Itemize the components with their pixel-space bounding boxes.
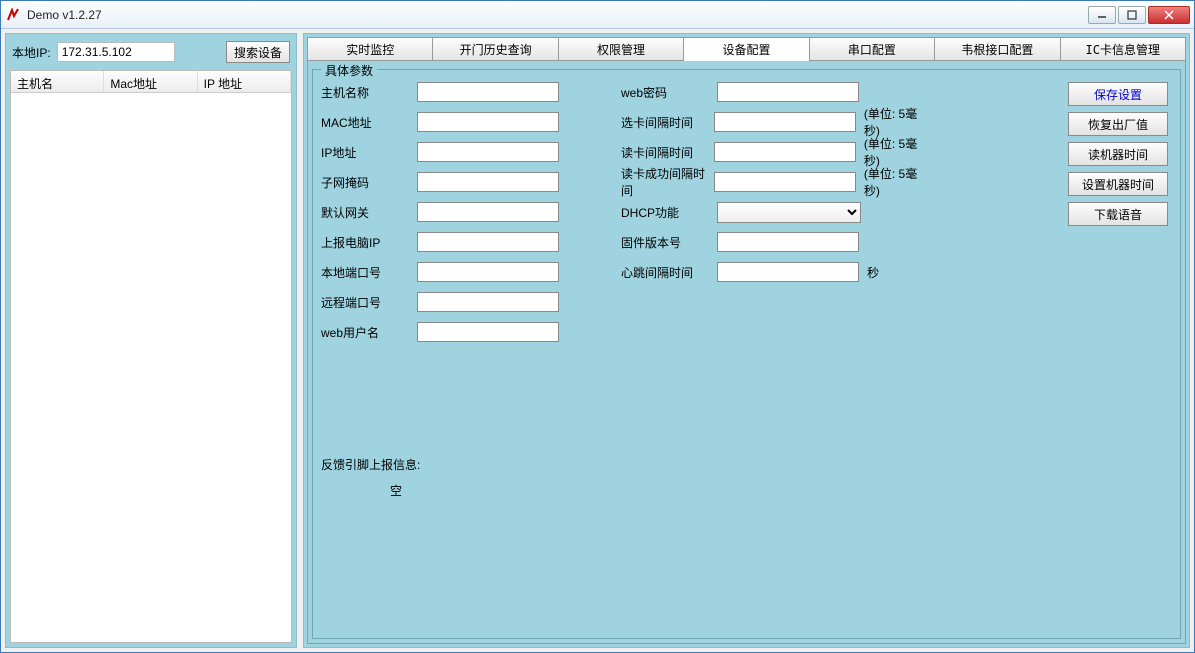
mid-unit-3: (单位: 5毫秒): [864, 165, 931, 199]
left-label-4: 默认网关: [321, 204, 417, 221]
left-row-1: MAC地址: [321, 112, 621, 132]
left-row-6: 本地端口号: [321, 262, 621, 282]
mid-label-1: 选卡间隔时间: [621, 114, 714, 131]
left-input-5[interactable]: [417, 232, 559, 252]
left-row-4: 默认网关: [321, 202, 621, 222]
mid-label-5: 固件版本号: [621, 234, 717, 251]
tab-6[interactable]: IC卡信息管理: [1061, 37, 1186, 61]
form-col-left: 主机名称 MAC地址 IP地址子网掩码默认网关上报电脑IP 本地端口号远程端口号 web…: [321, 82, 621, 630]
left-label-1: MAC地址: [321, 114, 417, 131]
tab-body: 具体参数 主机名称 MAC地址 IP地址子网掩码默认网关上报电脑IP 本地端口号远程端…: [307, 60, 1186, 644]
left-label-3: 子网掩码: [321, 174, 417, 191]
mid-row-3: 读卡成功间隔时间(单位: 5毫秒): [621, 172, 931, 192]
action-button-2[interactable]: 读机器时间: [1068, 142, 1168, 166]
feedback-block: 反馈引脚上报信息: 空: [321, 452, 621, 505]
device-grid-body[interactable]: [11, 93, 291, 642]
left-row-8: web用户名: [321, 322, 621, 342]
client-area: 本地IP: 搜索设备 主机名 Mac地址 IP 地址 实时监控开门历史查询权限管…: [1, 29, 1194, 652]
local-ip-input[interactable]: [57, 42, 175, 62]
window-buttons: [1088, 6, 1190, 24]
mid-label-3: 读卡成功间隔时间: [621, 165, 714, 199]
mid-select-4[interactable]: [717, 202, 861, 223]
left-input-7[interactable]: [417, 292, 559, 312]
fieldset-legend: 具体参数: [321, 62, 377, 79]
form-columns: 主机名称 MAC地址 IP地址子网掩码默认网关上报电脑IP 本地端口号远程端口号 web…: [321, 82, 1172, 630]
form-col-mid: web密码选卡间隔时间(单位: 5毫秒)读卡间隔时间(单位: 5毫秒)读卡成功间…: [621, 82, 931, 630]
close-button[interactable]: [1148, 6, 1190, 24]
action-button-1[interactable]: 恢复出厂值: [1068, 112, 1168, 136]
tab-2[interactable]: 权限管理: [559, 37, 684, 61]
left-label-2: IP地址: [321, 144, 417, 161]
mid-unit-6: 秒: [867, 264, 879, 281]
left-input-8[interactable]: [417, 322, 559, 342]
tab-strip: 实时监控开门历史查询权限管理设备配置串口配置韦根接口配置IC卡信息管理: [307, 37, 1186, 61]
tab-4[interactable]: 串口配置: [810, 37, 935, 61]
tab-5[interactable]: 韦根接口配置: [935, 37, 1060, 61]
left-input-1[interactable]: [417, 112, 559, 132]
form-col-right: 保存设置恢复出厂值读机器时间设置机器时间下载语音: [931, 82, 1172, 630]
right-panel: 实时监控开门历史查询权限管理设备配置串口配置韦根接口配置IC卡信息管理 具体参数…: [303, 33, 1190, 648]
left-panel: 本地IP: 搜索设备 主机名 Mac地址 IP 地址: [5, 33, 297, 648]
left-label-5: 上报电脑IP: [321, 234, 417, 251]
left-input-2[interactable]: [417, 142, 559, 162]
action-button-0[interactable]: 保存设置: [1068, 82, 1168, 106]
local-ip-label: 本地IP:: [12, 44, 51, 61]
mid-input-2[interactable]: [714, 142, 856, 162]
action-button-3[interactable]: 设置机器时间: [1068, 172, 1168, 196]
mid-label-0: web密码: [621, 84, 717, 101]
mid-input-6[interactable]: [717, 262, 859, 282]
col-host[interactable]: 主机名: [11, 71, 104, 92]
mid-input-1[interactable]: [714, 112, 856, 132]
tab-3[interactable]: 设备配置: [684, 37, 809, 61]
left-input-3[interactable]: [417, 172, 559, 192]
left-label-6: 本地端口号: [321, 264, 417, 281]
mid-row-1: 选卡间隔时间(单位: 5毫秒): [621, 112, 931, 132]
tab-1[interactable]: 开门历史查询: [433, 37, 558, 61]
mid-row-6: 心跳间隔时间 秒: [621, 262, 931, 282]
mid-input-3[interactable]: [714, 172, 856, 192]
mid-unit-2: (单位: 5毫秒): [864, 135, 931, 169]
mid-label-2: 读卡间隔时间: [621, 144, 714, 161]
mid-row-2: 读卡间隔时间(单位: 5毫秒): [621, 142, 931, 162]
left-input-4[interactable]: [417, 202, 559, 222]
left-input-6[interactable]: [417, 262, 559, 282]
left-row-2: IP地址: [321, 142, 621, 162]
mid-input-5[interactable]: [717, 232, 859, 252]
action-button-4[interactable]: 下载语音: [1068, 202, 1168, 226]
tab-0[interactable]: 实时监控: [307, 37, 433, 61]
search-device-button[interactable]: 搜索设备: [226, 41, 290, 63]
titlebar: Demo v1.2.27: [1, 1, 1194, 29]
left-panel-top: 本地IP: 搜索设备: [10, 38, 292, 66]
mid-row-0: web密码: [621, 82, 931, 102]
left-row-0: 主机名称: [321, 82, 621, 102]
left-row-7: 远程端口号: [321, 292, 621, 312]
left-row-3: 子网掩码: [321, 172, 621, 192]
col-ip[interactable]: IP 地址: [198, 71, 291, 92]
maximize-button[interactable]: [1118, 6, 1146, 24]
mid-row-5: 固件版本号: [621, 232, 931, 252]
left-label-7: 远程端口号: [321, 294, 417, 311]
left-label-0: 主机名称: [321, 84, 417, 101]
mid-label-6: 心跳间隔时间: [621, 264, 717, 281]
mid-unit-1: (单位: 5毫秒): [864, 105, 931, 139]
left-row-5: 上报电脑IP: [321, 232, 621, 252]
left-input-0[interactable]: [417, 82, 559, 102]
device-grid: 主机名 Mac地址 IP 地址: [10, 70, 292, 643]
minimize-button[interactable]: [1088, 6, 1116, 24]
params-fieldset: 具体参数 主机名称MAC地址IP地址子网掩码默认网关上报电脑IP本地端口号远程端…: [312, 69, 1181, 639]
mid-row-4: DHCP功能: [621, 202, 931, 222]
app-icon: [5, 7, 21, 23]
col-mac[interactable]: Mac地址: [104, 71, 197, 92]
left-label-8: web用户名: [321, 324, 417, 341]
app-window: Demo v1.2.27 本地IP: 搜索设备 主机名 Mac地址 IP 地址: [0, 0, 1195, 653]
mid-label-4: DHCP功能: [621, 204, 717, 221]
mid-input-0[interactable]: [717, 82, 859, 102]
device-grid-header: 主机名 Mac地址 IP 地址: [11, 71, 291, 93]
feedback-label: 反馈引脚上报信息:: [321, 452, 621, 478]
feedback-value: 空: [321, 478, 471, 504]
window-title: Demo v1.2.27: [27, 8, 1088, 22]
